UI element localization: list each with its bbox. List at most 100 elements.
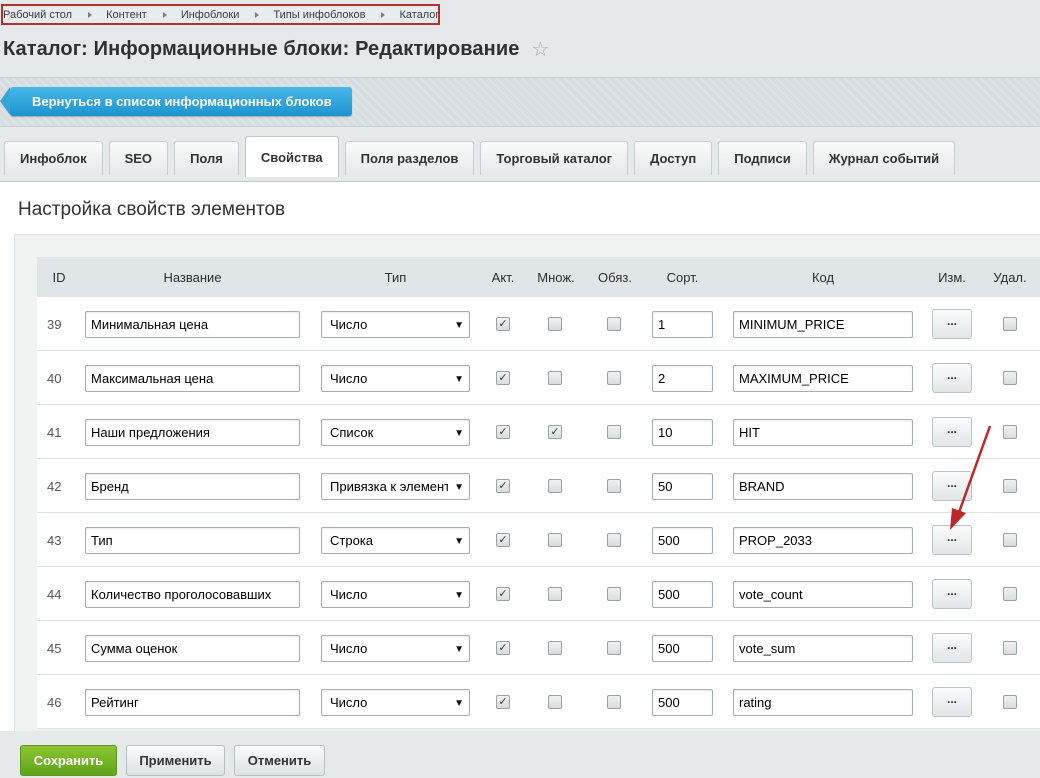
property-type-select[interactable]: Число ▼ [321,635,470,662]
col-header-edit: Изм. [938,269,966,285]
col-header-multiple: Множ. [537,269,575,285]
breadcrumb-item-catalog[interactable]: Каталог [399,9,439,21]
property-type-select[interactable]: Список ▼ [321,419,470,446]
multiple-checkbox[interactable] [548,317,562,331]
edit-property-button[interactable]: ... [932,525,972,555]
edit-property-button[interactable]: ... [932,363,972,393]
edit-property-button[interactable]: ... [932,417,972,447]
code-input[interactable]: PROP_2033 [733,527,913,554]
delete-checkbox[interactable] [1003,587,1017,601]
breadcrumb-item-desktop[interactable]: Рабочий стол [3,9,72,21]
multiple-checkbox[interactable] [548,641,562,655]
edit-property-button[interactable]: ... [932,687,972,717]
property-type-select[interactable]: Число ▼ [321,365,470,392]
active-checkbox[interactable]: ✓ [496,479,510,493]
multiple-checkbox[interactable] [548,695,562,709]
tab-6[interactable]: Доступ [634,141,713,175]
property-type-select[interactable]: Число ▼ [321,689,470,716]
code-input[interactable]: MAXIMUM_PRICE [733,365,913,392]
property-name-input[interactable]: Минимальная цена [85,311,300,338]
property-id: 43 [47,532,62,548]
property-name-input[interactable]: Рейтинг [85,689,300,716]
required-checkbox[interactable] [607,587,621,601]
sort-input[interactable]: 500 [652,689,713,716]
delete-checkbox[interactable] [1003,425,1017,439]
dropdown-arrow-icon: ▼ [454,698,464,709]
code-input[interactable]: rating [733,689,913,716]
sort-input[interactable]: 10 [652,419,713,446]
tab-8[interactable]: Журнал событий [812,141,956,175]
save-button[interactable]: Сохранить [20,745,117,776]
sort-input[interactable]: 500 [652,527,713,554]
multiple-checkbox[interactable] [548,479,562,493]
tab-0[interactable]: Инфоблок [4,141,103,175]
code-input[interactable]: MINIMUM_PRICE [733,311,913,338]
tab-3[interactable]: Свойства [244,136,339,177]
property-type-value: Привязка к элементам [330,479,448,494]
property-type-value: Список [330,425,374,440]
delete-checkbox[interactable] [1003,371,1017,385]
edit-property-button[interactable]: ... [932,471,972,501]
sort-input[interactable]: 2 [652,365,713,392]
sort-input[interactable]: 500 [652,635,713,662]
sort-input[interactable]: 1 [652,311,713,338]
delete-checkbox[interactable] [1003,695,1017,709]
sort-input[interactable]: 50 [652,473,713,500]
multiple-checkbox[interactable] [548,533,562,547]
tab-2[interactable]: Поля [174,141,239,175]
tab-4[interactable]: Поля разделов [344,141,475,175]
required-checkbox[interactable] [607,479,621,493]
property-name-input[interactable]: Тип [85,527,300,554]
required-checkbox[interactable] [607,425,621,439]
active-checkbox[interactable]: ✓ [496,317,510,331]
active-checkbox[interactable]: ✓ [496,641,510,655]
cancel-button[interactable]: Отменить [234,745,325,776]
property-type-select[interactable]: Число ▼ [321,311,470,338]
required-checkbox[interactable] [607,695,621,709]
breadcrumb-item-content[interactable]: Контент [106,9,147,21]
active-checkbox[interactable]: ✓ [496,533,510,547]
breadcrumb-item-iblock-types[interactable]: Типы инфоблоков [273,9,365,21]
code-input[interactable]: BRAND [733,473,913,500]
active-checkbox[interactable]: ✓ [496,587,510,601]
multiple-checkbox[interactable] [548,371,562,385]
edit-property-button[interactable]: ... [932,633,972,663]
favorite-star-icon[interactable]: ☆ [531,37,549,62]
active-checkbox[interactable]: ✓ [496,425,510,439]
back-to-list-button[interactable]: Вернуться в список информационных блоков [0,87,352,116]
required-checkbox[interactable] [607,317,621,331]
required-checkbox[interactable] [607,641,621,655]
delete-checkbox[interactable] [1003,641,1017,655]
tab-7[interactable]: Подписи [718,141,807,175]
active-checkbox[interactable]: ✓ [496,371,510,385]
code-input[interactable]: vote_sum [733,635,913,662]
multiple-checkbox[interactable]: ✓ [548,425,562,439]
property-type-select[interactable]: Число ▼ [321,581,470,608]
property-name-input[interactable]: Количество проголосовавших [85,581,300,608]
property-name-input[interactable]: Максимальная цена [85,365,300,392]
tab-5[interactable]: Торговый каталог [480,141,629,175]
property-name-input[interactable]: Бренд [85,473,300,500]
required-checkbox[interactable] [607,533,621,547]
sort-input[interactable]: 500 [652,581,713,608]
apply-button[interactable]: Применить [126,745,225,776]
multiple-checkbox[interactable] [548,587,562,601]
code-input[interactable]: vote_count [733,581,913,608]
property-type-select[interactable]: Привязка к элементам ▼ [321,473,470,500]
property-name-input[interactable]: Сумма оценок [85,635,300,662]
breadcrumb-item-iblocks[interactable]: Инфоблоки [181,9,240,21]
active-checkbox[interactable]: ✓ [496,695,510,709]
delete-checkbox[interactable] [1003,317,1017,331]
required-checkbox[interactable] [607,371,621,385]
property-type-value: Число [330,317,368,332]
dropdown-arrow-icon: ▼ [454,536,464,547]
code-input[interactable]: HIT [733,419,913,446]
delete-checkbox[interactable] [1003,533,1017,547]
edit-property-button[interactable]: ... [932,579,972,609]
edit-property-button[interactable]: ... [932,309,972,339]
property-type-select[interactable]: Строка ▼ [321,527,470,554]
delete-checkbox[interactable] [1003,479,1017,493]
property-name-input[interactable]: Наши предложения [85,419,300,446]
tab-1[interactable]: SEO [108,141,169,175]
property-type-value: Число [330,371,368,386]
